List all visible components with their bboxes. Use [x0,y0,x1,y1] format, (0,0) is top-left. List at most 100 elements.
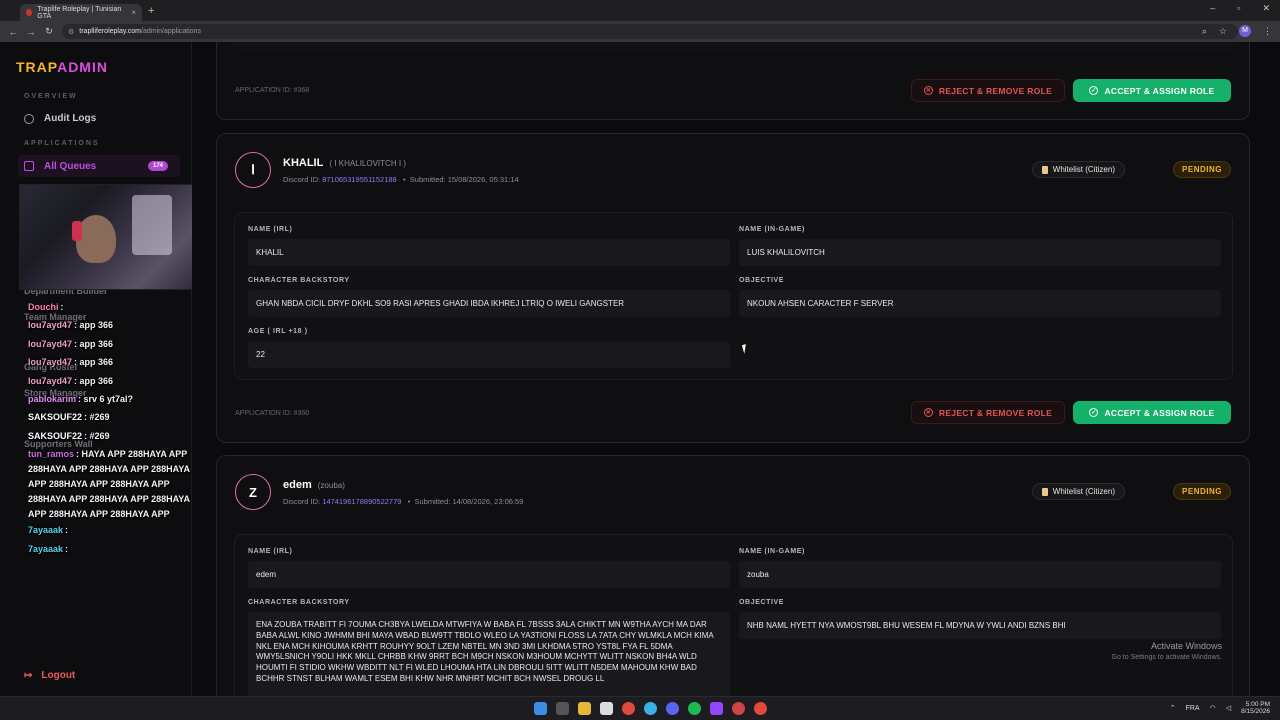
chat-message: lou7ayd47: app 366 [28,320,113,331]
applicant-alias: ( ꓲ KHALILOVITCH ꓲ ) [329,159,407,168]
field-objective: NHB NAML HYETT NYA WMOST9BL BHU WESEM FL… [739,612,1221,639]
chat-text: 288HAYA APP 288HAYA APP 288HAYA [28,464,190,474]
admin-sidebar: TRAPADMIN OVERVIEW Audit Logs APPLICATIO… [0,42,192,696]
obs-icon[interactable] [732,702,745,715]
chat-text: APP 288HAYA APP 288HAYA APP [28,509,170,519]
tray-lang[interactable]: FRA [1186,705,1200,712]
chat-username: lou7ayd47 [28,376,73,386]
volume-icon[interactable]: ◁ [1226,704,1231,712]
applicant-name: KHALIL( ꓲ KHALILOVITCH ꓲ ) [283,157,407,169]
chat-text: : app 366 [74,376,114,386]
chat-text: : [65,544,69,554]
wifi-icon[interactable]: ◠ [1210,704,1216,712]
submitted-date: 15/08/2026, 05:31:14 [447,175,519,184]
sidebar-item-all-queues[interactable]: All Queues 174 [18,155,180,177]
reject-button[interactable]: ✕ REJECT & REMOVE ROLE [911,401,1065,424]
application-card: Z edem (zouba) Discord ID: 14741961788905… [216,455,1250,696]
bookmark-star-icon[interactable]: ☆ [1219,26,1227,37]
check-circle-icon: ✓ [1089,86,1099,95]
chat-message: APP 288HAYA APP 288HAYA APP [28,509,170,520]
chat-username: tun_ramos [28,449,75,459]
close-window-icon[interactable]: ✕ [1262,3,1270,14]
chat-username: lou7ayd47 [28,357,73,367]
browser-tab[interactable]: Traplife Roleplay | Tunisian GTA × [20,4,142,21]
maximize-icon[interactable]: ▫ [1237,3,1240,14]
webcam-overlay [19,184,208,290]
chat-message: lou7ayd47: app 366 [28,357,113,368]
chat-text: : app 366 [74,339,114,349]
logout-button[interactable]: ↦ Logout [24,670,75,681]
application-type-badge: Whitelist (Citizen) [1031,483,1125,500]
chat-username: SAKSOUF22 [28,412,83,422]
discord-icon[interactable] [666,702,679,715]
applications-main: APPLICATION ID: #368 ✕ REJECT & REMOVE RO… [192,42,1280,696]
application-fields: NAME (IRL) edem NAME (IN-GAME) zouba CHA… [234,534,1233,696]
document-icon [1041,487,1048,496]
chat-text: : app 366 [74,357,114,367]
history-icon [24,113,34,124]
accept-button[interactable]: ✓ ACCEPT & ASSIGN ROLE [1073,401,1231,424]
chat-message: 288HAYA APP 288HAYA APP 288HAYA [28,494,190,505]
field-objective: NKOUN AHSEN CARACTER F SERVER [739,290,1221,317]
edge-icon[interactable] [644,702,657,715]
taskbar-apps [534,702,767,715]
site-favicon-icon [26,9,33,16]
status-badge: PENDING [1173,161,1231,178]
chat-message: lou7ayd47: app 366 [28,339,113,350]
start-icon[interactable] [534,702,547,715]
site-info-icon[interactable]: ⚙ [68,28,74,36]
system-clock[interactable]: 5:00 PM 8/15/2026 [1241,701,1270,716]
address-bar-actions: ⌕ ☆ M ⋮ [1202,25,1272,37]
back-icon[interactable]: ← [8,27,18,37]
new-tab-icon[interactable]: + [148,5,154,17]
chat-username: pablokarim [28,394,77,404]
applicant-alias: (zouba) [317,481,345,490]
chat-username: 7ayaaak [28,544,64,554]
chat-username: SAKSOUF22 [28,431,83,441]
field-name-irl: KHALIL [248,239,730,266]
reload-icon[interactable]: ↻ [44,26,54,37]
store-icon[interactable] [600,702,613,715]
applicant-meta: Discord ID: 871065319551152188 • Submitt… [283,175,519,184]
reject-button[interactable]: ✕ REJECT & REMOVE ROLE [911,79,1065,102]
accept-button[interactable]: ✓ ACCEPT & ASSIGN ROLE [1073,79,1231,102]
field-backstory: ENA ZOUBA TRABITT FI 7OUMA CH3BYA LWELDA… [248,612,730,696]
check-circle-icon: ✓ [1089,408,1099,417]
window-controls: – ▫ ✕ [1210,3,1270,14]
browser-menu-icon[interactable]: ⋮ [1263,26,1272,37]
discord-id: 1474196178890522779 [322,497,402,506]
minimize-icon[interactable]: – [1210,3,1215,14]
chat-message: pablokarim: srv 6 yt7al? [28,394,133,405]
status-badge: PENDING [1173,483,1231,500]
chat-text: : app 366 [74,320,114,330]
profile-avatar[interactable]: M [1239,25,1251,37]
system-tray: ⌃ FRA ◠ ◁ 5:00 PM 8/15/2026 [1170,701,1270,716]
document-icon [1041,165,1048,174]
file-explorer-icon[interactable] [578,702,591,715]
applicant-meta: Discord ID: 1474196178890522779 • Submit… [283,497,524,506]
forward-icon[interactable]: → [26,27,36,37]
avatar: Z [235,474,271,510]
url-path: /admin/applications [141,28,201,35]
twitch-icon[interactable] [710,702,723,715]
close-tab-icon[interactable]: × [131,8,136,17]
tray-expand-icon[interactable]: ⌃ [1170,704,1176,712]
url-field[interactable]: ⚙ traplliferoleplay.com/admin/applicatio… [62,24,1238,39]
chat-text: : #269 [84,431,110,441]
chat-text: APP 288HAYA APP 288HAYA APP [28,479,170,489]
app-logo[interactable]: TRAPADMIN [16,59,108,75]
section-applications-label: APPLICATIONS [24,140,100,147]
x-circle-icon: ✕ [923,408,933,417]
chat-message: SAKSOUF22: #269 [28,412,110,423]
spotify-icon[interactable] [688,702,701,715]
zoom-icon[interactable]: ⌕ [1202,26,1207,37]
chat-text: 288HAYA APP 288HAYA APP 288HAYA [28,494,190,504]
chat-username: lou7ayd47 [28,339,73,349]
submitted-date: 14/08/2026, 23:06:59 [452,497,524,506]
search-icon[interactable] [556,702,569,715]
field-name-ingame: LUIS KHALILOVITCH [739,239,1221,266]
sidebar-item-audit-logs[interactable]: Audit Logs [24,113,96,124]
chrome-active-icon[interactable] [754,702,767,715]
application-id: APPLICATION ID: #368 [235,87,310,94]
chrome-icon[interactable] [622,702,635,715]
